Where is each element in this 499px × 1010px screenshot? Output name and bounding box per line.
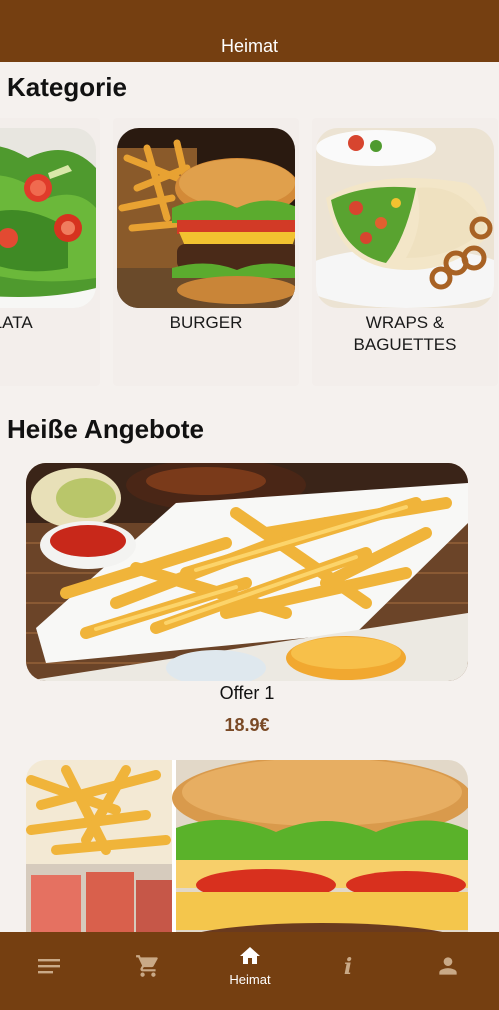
offer-card-2[interactable] [26, 760, 468, 960]
offer-2-photo [26, 760, 468, 960]
category-label-salad: ALATA [0, 313, 33, 332]
category-card-wraps[interactable]: WRAPS & BAGUETTES [312, 118, 498, 386]
wrap-photo [316, 128, 494, 308]
nav-info-button[interactable]: i [318, 946, 378, 986]
info-icon: i [344, 954, 352, 979]
offer-1-photo [26, 463, 468, 681]
home-icon [240, 947, 260, 964]
burger-photo [117, 128, 295, 308]
category-label-burger: BURGER [169, 313, 243, 332]
category-card-salad[interactable]: ALATA [0, 118, 100, 386]
nav-profile-button[interactable] [418, 946, 478, 986]
nav-cart-button[interactable] [118, 946, 178, 986]
svg-text:i: i [344, 954, 352, 979]
category-label-wraps: WRAPS & BAGUETTES [353, 313, 457, 354]
nav-menu-button[interactable] [19, 946, 79, 986]
category-card-burger[interactable]: BURGER [113, 118, 299, 386]
offers-heading: Heiße Angebote [7, 414, 204, 444]
category-carousel[interactable]: ALATA [0, 118, 499, 388]
bottom-navigation-bar: Heimat i [0, 932, 499, 1010]
salad-photo [0, 128, 96, 308]
nav-home-button[interactable]: Heimat [219, 940, 281, 990]
page-title: Heimat [220, 36, 278, 56]
categories-heading: Kategorie [7, 72, 127, 102]
menu-icon [38, 959, 60, 974]
top-app-bar: Heimat [0, 0, 499, 62]
cart-icon [136, 955, 158, 977]
offer-card-1[interactable]: Offer 1 18.9€ [26, 463, 468, 745]
nav-home-label: Heimat [229, 972, 271, 987]
offer-1-name: Offer 1 [219, 683, 275, 703]
offer-1-price: 18.9€ [224, 715, 270, 735]
person-icon [439, 957, 457, 975]
